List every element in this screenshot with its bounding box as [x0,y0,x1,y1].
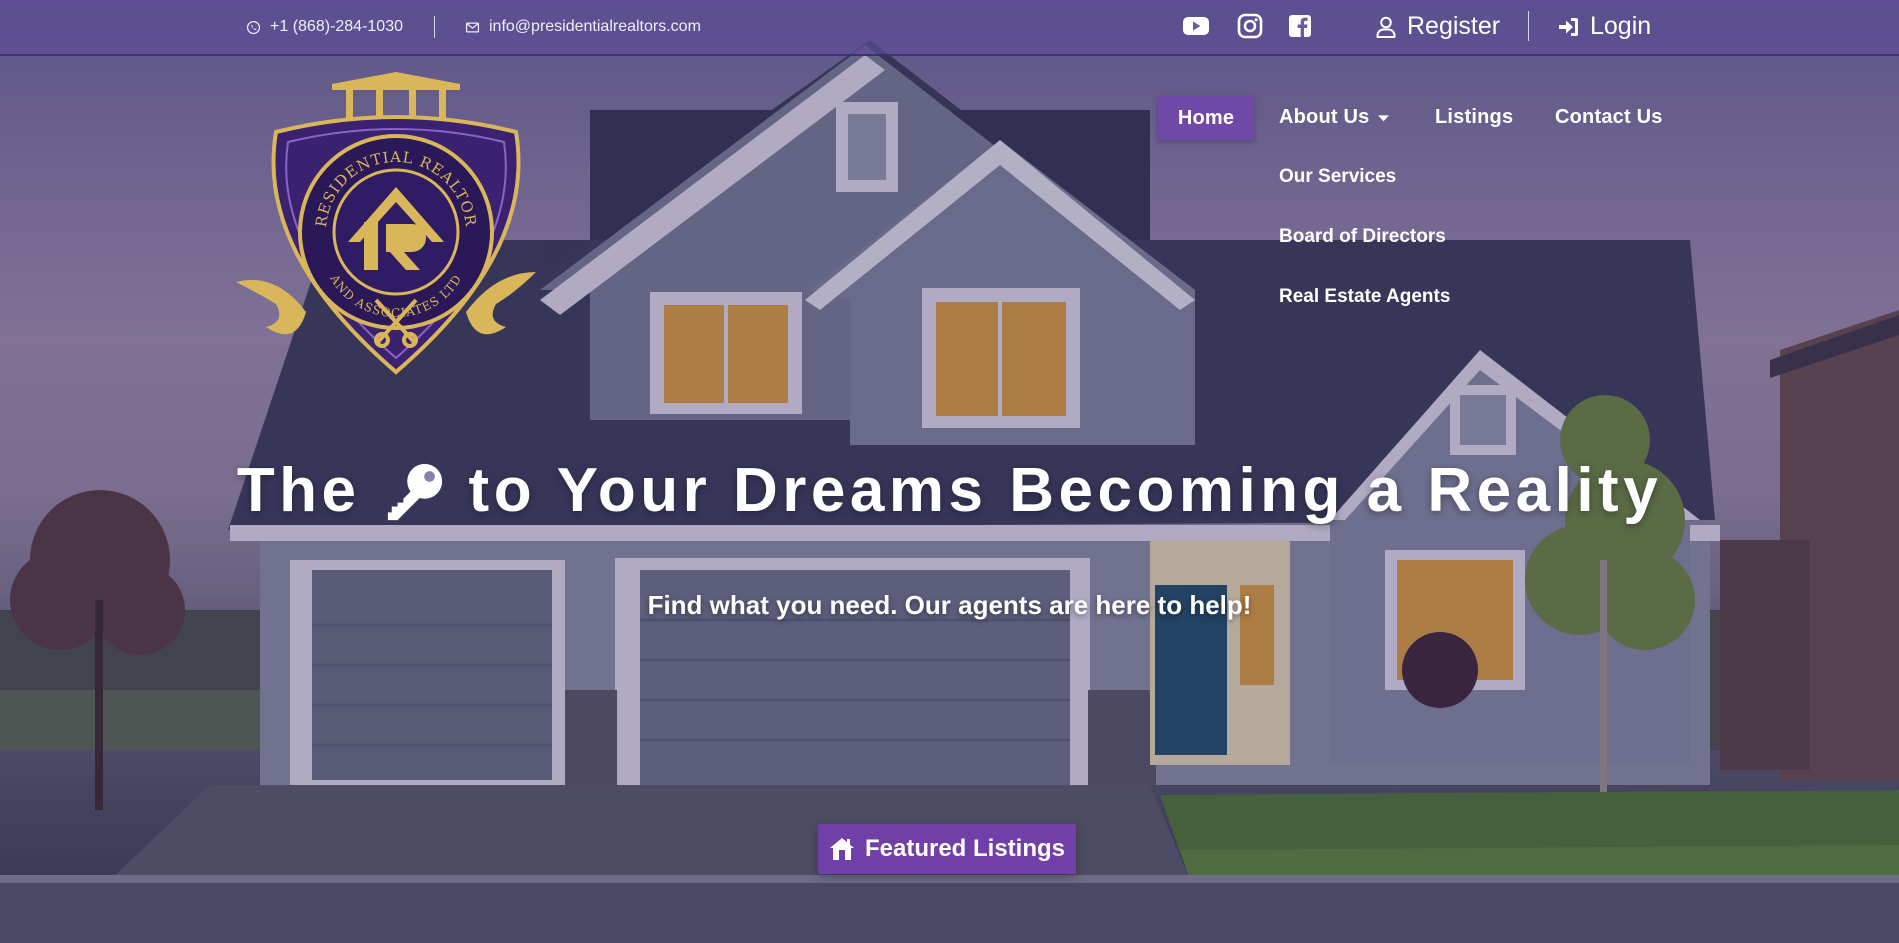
about-us-dropdown: Our Services Board of Directors Real Est… [1279,166,1450,346]
email-contact[interactable]: info@presidentialrealtors.com [465,18,701,36]
divider [434,16,435,38]
logo-crest-icon: PRESIDENTIAL REALTORS AND ASSOCIATES LTD [230,58,536,375]
nav-listings[interactable]: Listings [1435,106,1513,129]
phone-number: +1 (868)-284-1030 [270,18,403,35]
youtube-icon[interactable] [1183,13,1209,39]
submenu-our-services[interactable]: Our Services [1279,166,1450,226]
divider [1528,11,1529,41]
nav-home[interactable]: Home [1158,96,1254,140]
envelope-icon [465,22,480,32]
sign-in-icon [1559,17,1578,36]
caret-down-icon [1378,115,1390,122]
top-bar: +1 (868)-284-1030 info@presidentialrealt… [0,0,1899,56]
headline-after: to Your Dreams Becoming a Reality [468,456,1663,525]
headline-before: The [236,456,361,525]
register-link[interactable]: Register [1374,12,1500,41]
user-icon [1376,16,1396,38]
hero-subline: Find what you need. Our agents are here … [647,590,1252,620]
featured-listings-label: Featured Listings [864,835,1066,862]
presidential-realtors-logo[interactable]: PRESIDENTIAL REALTORS AND ASSOCIATES LTD [230,58,536,382]
instagram-icon[interactable] [1237,13,1263,39]
nav-contact-us[interactable]: Contact Us [1555,106,1663,129]
email-address: info@presidentialrealtors.com [489,18,701,35]
login-label: Login [1590,12,1652,40]
nav-home-label: Home [1177,106,1235,129]
phone-contact[interactable]: +1 (868)-284-1030 [246,18,403,36]
house-icon [829,838,854,860]
facebook-icon[interactable] [1287,13,1313,39]
submenu-real-estate-agents[interactable]: Real Estate Agents [1279,286,1450,346]
nav-about-label: About Us [1279,106,1370,128]
nav-contact-label: Contact Us [1555,106,1663,128]
featured-listings-button[interactable]: Featured Listings [818,824,1076,874]
key-icon [387,463,442,520]
submenu-board-of-directors[interactable]: Board of Directors [1279,226,1450,286]
login-link[interactable]: Login [1557,12,1651,41]
nav-listings-label: Listings [1435,106,1514,128]
hero-headline: The to Your Dreams Becoming a Reality [0,455,1899,526]
nav-about-us[interactable]: About Us [1279,106,1390,129]
register-label: Register [1407,12,1501,40]
whatsapp-icon [246,20,261,34]
